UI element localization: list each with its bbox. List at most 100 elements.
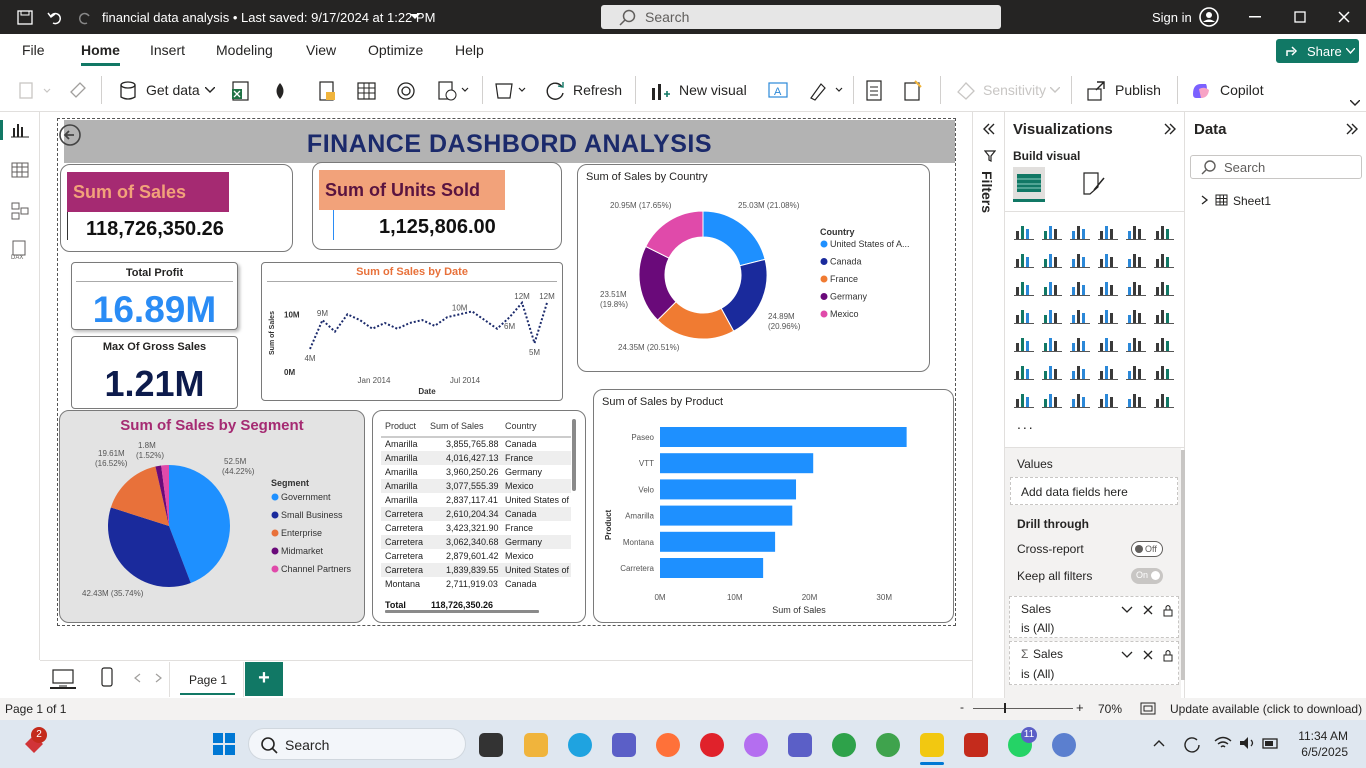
collapse-right-icon[interactable]	[1163, 123, 1177, 135]
menu-help[interactable]: Help	[455, 42, 484, 58]
wifi-icon[interactable]	[1214, 736, 1232, 750]
100-column-icon[interactable]	[1154, 222, 1174, 240]
save-icon[interactable]	[17, 10, 33, 25]
card-icon[interactable]	[1154, 306, 1174, 324]
power-automate-icon[interactable]	[1098, 390, 1118, 408]
zoom-in-button[interactable]: +	[1076, 700, 1084, 715]
pie-icon[interactable]	[1126, 278, 1146, 296]
100-area-icon[interactable]	[1098, 250, 1118, 268]
values-drop-zone[interactable]: Add data fields here	[1010, 477, 1178, 505]
microsoft-365-icon[interactable]	[612, 733, 636, 757]
stacked-column-icon[interactable]	[1042, 222, 1062, 240]
volume-icon[interactable]	[1239, 736, 1257, 750]
matrix-icon[interactable]	[1126, 334, 1146, 352]
line-chart-card[interactable]: Sum of Sales by Date 0M 10M Sum of Sales Ja…	[261, 262, 563, 401]
teams-icon[interactable]	[788, 733, 812, 757]
enter-data-icon[interactable]	[357, 81, 377, 101]
r-visual-icon[interactable]	[1154, 334, 1174, 352]
publish-icon[interactable]	[1085, 80, 1107, 102]
arrow-icon[interactable]	[1154, 390, 1174, 408]
table-sheet1[interactable]: Sheet1	[1233, 194, 1271, 208]
product-chart-card[interactable]: Sum of Sales by Product Paseo VTT Velo Amar…	[593, 389, 954, 623]
quick-measure-icon[interactable]	[903, 80, 923, 102]
menu-file[interactable]: File	[22, 42, 45, 58]
text-box-icon[interactable]: A	[767, 80, 789, 100]
menu-optimize[interactable]: Optimize	[368, 42, 423, 58]
tray-overflow-icon[interactable]	[1153, 739, 1165, 747]
model-view-icon[interactable]	[11, 202, 29, 220]
power-bi-icon[interactable]	[920, 733, 944, 757]
multirow-card-icon[interactable]	[1014, 334, 1034, 352]
fit-page-icon[interactable]	[1140, 702, 1156, 715]
recent-sources-icon[interactable]	[396, 81, 416, 101]
line-clustered-icon[interactable]	[1154, 250, 1174, 268]
visual-calc-icon[interactable]	[494, 80, 530, 102]
chevron-right-icon[interactable]	[1201, 195, 1209, 205]
sync-icon[interactable]	[1183, 735, 1201, 753]
kpi-card-profit[interactable]: Total Profit 16.89M	[71, 262, 238, 330]
menu-home[interactable]: Home	[81, 42, 120, 66]
more-visuals-icon[interactable]	[808, 80, 844, 102]
treemap-icon[interactable]	[1014, 306, 1034, 324]
global-search[interactable]: Search	[601, 5, 1001, 29]
collapse-right-icon[interactable]	[1345, 123, 1359, 135]
windows-start-icon[interactable]	[212, 732, 236, 756]
table-visual-icon[interactable]	[1098, 334, 1118, 352]
map-icon[interactable]	[1042, 306, 1062, 324]
update-available-link[interactable]: Update available (click to download)	[1170, 702, 1362, 716]
account-icon[interactable]	[1199, 7, 1219, 27]
chevron-down-icon[interactable]	[1121, 651, 1133, 659]
chrome-profile-icon[interactable]	[876, 733, 900, 757]
get-data-button[interactable]: Get data	[146, 82, 200, 98]
chevron-down-icon[interactable]	[1121, 606, 1133, 614]
ribbon-chart-icon[interactable]	[1014, 278, 1034, 296]
format-painter-icon[interactable]	[68, 80, 88, 100]
task-view-icon[interactable]	[479, 733, 503, 757]
collapse-left-icon[interactable]	[982, 123, 996, 135]
card-new-icon[interactable]	[1042, 390, 1062, 408]
clear-filter-icon[interactable]	[1143, 650, 1153, 660]
donut-icon[interactable]	[1154, 278, 1174, 296]
stacked-area-icon[interactable]	[1070, 250, 1090, 268]
dax-query-icon[interactable]: DAX	[10, 240, 30, 260]
filter-card-sales-sum[interactable]: Σ Sales is (All)	[1009, 641, 1179, 685]
paste-icon[interactable]	[18, 80, 52, 100]
chevron-down-icon[interactable]	[205, 87, 215, 93]
page-tab-1[interactable]: Page 1	[169, 662, 244, 697]
azure-map-icon[interactable]	[1098, 306, 1118, 324]
battery-icon[interactable]	[1262, 736, 1280, 750]
maximize-icon[interactable]	[1294, 11, 1306, 23]
clock-time[interactable]: 11:34 AM	[1296, 729, 1348, 743]
diamond-icon[interactable]	[1126, 390, 1146, 408]
qa-icon[interactable]	[1098, 362, 1118, 380]
new-visual-button[interactable]: New visual	[679, 82, 747, 98]
funnel-icon[interactable]	[1070, 278, 1090, 296]
goals-icon[interactable]	[1154, 362, 1174, 380]
refresh-button[interactable]: Refresh	[573, 82, 622, 98]
clustered-bar-icon[interactable]	[1070, 222, 1090, 240]
kpi-card-units[interactable]: Sum of Units Sold 1,125,806.00	[312, 162, 562, 250]
transform-data-icon[interactable]	[438, 80, 470, 102]
filter-card-sales[interactable]: Sales is (All)	[1009, 596, 1179, 638]
python-visual-icon[interactable]	[1014, 362, 1034, 380]
opera-icon[interactable]	[700, 733, 724, 757]
more-visuals-link[interactable]: ...	[1017, 416, 1035, 432]
copilot-icon[interactable]	[1190, 80, 1212, 102]
table-view-icon[interactable]	[11, 162, 29, 178]
100-bar-icon[interactable]	[1126, 222, 1146, 240]
refresh-icon[interactable]	[545, 80, 567, 102]
new-measure-icon[interactable]	[865, 80, 883, 102]
minimize-icon[interactable]	[1249, 16, 1261, 18]
sales-table-card[interactable]: Product Sum of Sales Country Amarilla 3,855,…	[372, 410, 586, 623]
data-search-input[interactable]: Search	[1190, 155, 1362, 179]
lock-icon[interactable]	[1163, 649, 1173, 662]
chrome-icon[interactable]	[832, 733, 856, 757]
zoom-thumb[interactable]	[1004, 703, 1006, 713]
line-chart-icon[interactable]	[1014, 250, 1034, 268]
new-visual-icon[interactable]	[649, 80, 671, 102]
desktop-layout-icon[interactable]	[52, 669, 74, 687]
decomposition-icon[interactable]	[1070, 362, 1090, 380]
edge-icon[interactable]	[568, 733, 592, 757]
format-visual-icon[interactable]	[1081, 170, 1107, 196]
filled-map-icon[interactable]	[1070, 306, 1090, 324]
